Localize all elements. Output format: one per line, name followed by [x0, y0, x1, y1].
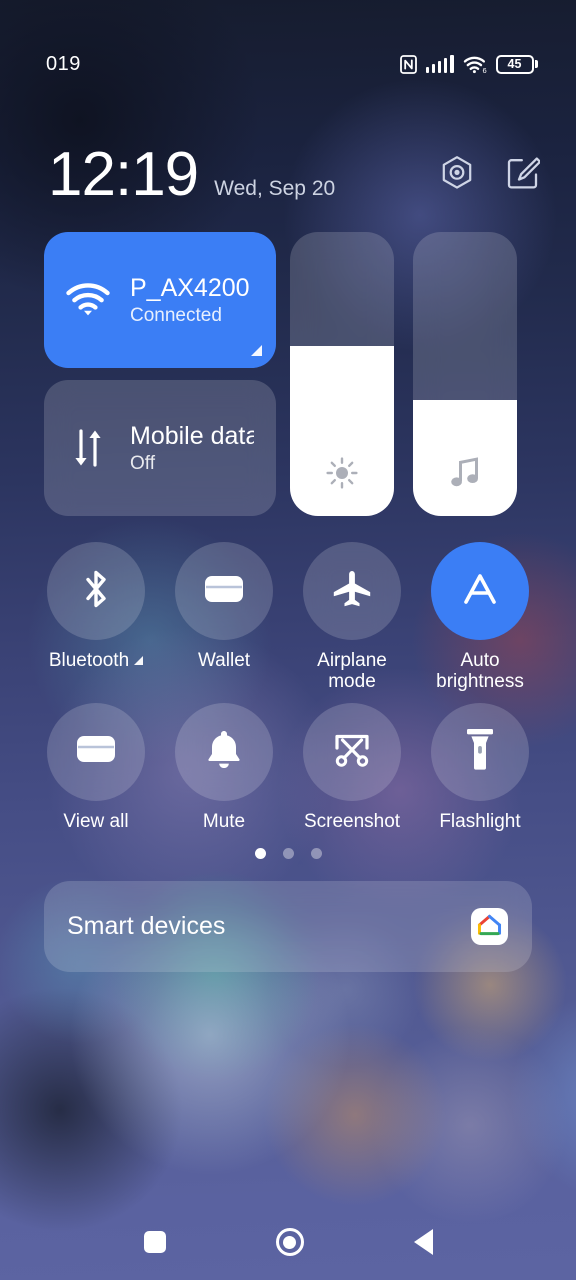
toggle-view-all-text: View all [63, 810, 129, 832]
toggle-screenshot-circle[interactable] [303, 702, 401, 801]
edit-icon[interactable] [506, 156, 542, 195]
volume-slider[interactable] [413, 232, 517, 516]
clock-group: 12:19 Wed, Sep 20 [48, 144, 335, 206]
toggle-view-all-circle[interactable] [47, 702, 145, 801]
wifi-6-icon: 6 [463, 55, 487, 74]
brightness-slider[interactable] [290, 232, 394, 516]
toggle-wallet-label: Wallet [198, 650, 250, 671]
home-button[interactable] [275, 1228, 304, 1256]
wifi-tile-text: P_AX4200 Connected [130, 274, 254, 327]
toggle-auto-brightness-text: Auto brightness [436, 650, 524, 693]
clock-date[interactable]: Wed, Sep 20 [214, 177, 335, 201]
toggles-grid: Bluetooth Wallet Airplane mode Auto brig… [44, 542, 532, 832]
page-dot-1[interactable] [254, 847, 266, 859]
quick-settings-screen: 019 6 45 12:19 Wed, Sep 20 P_AX4200 Conn… [0, 0, 576, 1280]
toggle-bluetooth-circle[interactable] [47, 542, 145, 640]
toggles-row-2: View all Mute Screenshot Flashlight [44, 702, 532, 832]
bell-icon [205, 728, 243, 775]
wallet-icon [75, 732, 117, 771]
toggle-flashlight-text: Flashlight [439, 810, 521, 832]
bluetooth-expand-arrow-icon[interactable] [134, 656, 144, 666]
toggles-row-1: Bluetooth Wallet Airplane mode Auto brig… [44, 542, 532, 693]
toggle-airplane-text: Airplane mode [317, 650, 387, 693]
toggle-airplane-label: Airplane mode [300, 650, 404, 693]
toggle-auto-brightness-circle[interactable] [431, 542, 529, 640]
wallet-icon [203, 572, 245, 611]
header: 12:19 Wed, Sep 20 [0, 133, 576, 217]
bluetooth-icon [78, 567, 114, 616]
big-tiles-column: P_AX4200 Connected Mobile data Off [44, 232, 276, 516]
toggle-auto-brightness[interactable]: Auto brightness [428, 542, 532, 693]
wifi-tile[interactable]: P_AX4200 Connected [44, 232, 276, 368]
battery-icon: 45 [495, 54, 538, 74]
wifi-ssid-label: P_AX4200 [130, 273, 250, 302]
music-note-icon [450, 457, 480, 494]
volume-slider-fill [413, 399, 517, 516]
toggle-wallet[interactable]: Wallet [172, 542, 276, 693]
back-button[interactable] [413, 1229, 433, 1255]
auto-brightness-a-icon [458, 567, 502, 616]
page-dot-2[interactable] [282, 847, 294, 859]
status-bar-icons: 6 45 [399, 54, 538, 74]
toggle-airplane-mode[interactable]: Airplane mode [300, 542, 404, 693]
brightness-slider-fill [290, 345, 394, 516]
toggle-flashlight-circle[interactable] [431, 702, 529, 801]
toggle-wallet-text: Wallet [197, 650, 251, 671]
mobile-data-tile-text: Mobile data Off [130, 422, 254, 475]
mobile-data-status-label: Off [130, 452, 155, 474]
navigation-bar [0, 1204, 576, 1280]
toggle-mute-circle[interactable] [175, 702, 273, 801]
header-actions [440, 155, 542, 196]
settings-hex-icon[interactable] [440, 155, 474, 196]
flashlight-icon [465, 727, 495, 776]
smart-devices-card[interactable]: Smart devices [44, 880, 532, 972]
toggle-flashlight-label: Flashlight [439, 811, 520, 832]
brightness-icon [326, 457, 358, 494]
toggle-view-all[interactable]: View all [44, 702, 148, 832]
toggle-bluetooth-label: Bluetooth [48, 650, 144, 671]
recents-button[interactable] [143, 1231, 166, 1253]
sliders-group [290, 232, 517, 516]
mobile-data-title-label: Mobile data [130, 421, 254, 450]
toggle-screenshot[interactable]: Screenshot [300, 702, 404, 832]
toggle-bluetooth-text: Bluetooth [48, 650, 130, 671]
toggle-wallet-circle[interactable] [175, 542, 273, 640]
google-home-icon[interactable] [471, 907, 508, 945]
signal-bars-icon [425, 55, 454, 73]
toggle-mute-label: Mute [203, 811, 245, 832]
battery-percent-label: 45 [495, 54, 534, 74]
toggle-bluetooth[interactable]: Bluetooth [44, 542, 148, 693]
airplane-icon [331, 569, 373, 614]
mobile-data-tile[interactable]: Mobile data Off [44, 380, 276, 516]
wifi-expand-corner-icon[interactable] [251, 345, 262, 356]
clock-time[interactable]: 12:19 [48, 144, 199, 206]
toggle-screenshot-text: Screenshot [303, 810, 401, 832]
toggle-flashlight[interactable]: Flashlight [428, 702, 532, 832]
wifi-icon [66, 283, 110, 317]
page-dot-3[interactable] [310, 847, 322, 859]
toggle-airplane-circle[interactable] [303, 542, 401, 640]
toggle-mute[interactable]: Mute [172, 702, 276, 832]
quick-settings-panel: P_AX4200 Connected Mobile data Off Bluet… [0, 232, 576, 972]
svg-text:6: 6 [482, 66, 486, 74]
mobile-data-icon [66, 428, 110, 468]
page-indicator[interactable] [44, 847, 532, 859]
status-bar: 019 6 45 [0, 0, 576, 128]
toggle-screenshot-label: Screenshot [304, 811, 400, 832]
wifi-status-label: Connected [130, 304, 222, 326]
scissors-icon [330, 728, 374, 775]
top-tiles-row: P_AX4200 Connected Mobile data Off [44, 232, 532, 516]
toggle-view-all-label: View all [63, 811, 128, 832]
smart-devices-title: Smart devices [67, 911, 226, 940]
nfc-icon [399, 54, 417, 74]
toggle-auto-brightness-label: Auto brightness [428, 650, 532, 693]
toggle-mute-text: Mute [202, 810, 246, 832]
status-bar-left-text: 019 [46, 52, 81, 75]
